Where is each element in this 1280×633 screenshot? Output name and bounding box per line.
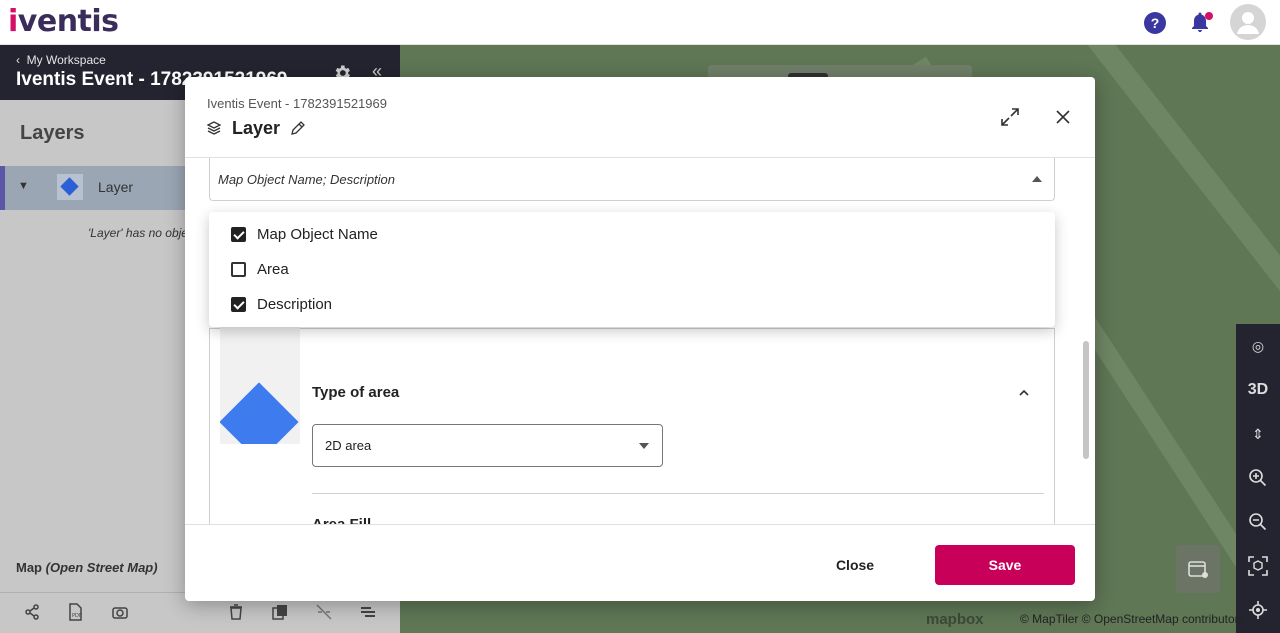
caret-down-icon	[639, 443, 649, 449]
option-label: Area	[257, 261, 289, 278]
map-controls: ◎ 3D ⇕	[1236, 324, 1280, 633]
logo-accent: i	[8, 4, 18, 39]
expand-icon[interactable]	[999, 106, 1021, 128]
zoom-in-icon[interactable]	[1246, 466, 1270, 490]
dropdown-option[interactable]: Description	[209, 288, 1055, 323]
type-of-area-label: Type of area	[312, 384, 400, 401]
attribute-dropdown: Map Object Name Area Description	[209, 212, 1055, 327]
scrollbar[interactable]	[1083, 341, 1089, 459]
basemap-label[interactable]: Map (Open Street Map)	[16, 560, 158, 575]
dropdown-option[interactable]: Area	[209, 253, 1055, 288]
style-preview	[220, 324, 300, 444]
bounds-icon[interactable]	[1246, 554, 1270, 578]
map-road	[1079, 45, 1280, 350]
divider	[185, 524, 1095, 525]
checkbox-checked-icon[interactable]	[231, 297, 246, 312]
attribute-multi-select[interactable]: Map Object Name; Description	[209, 158, 1055, 201]
notification-badge	[1205, 12, 1213, 20]
area-layer-icon	[57, 174, 83, 200]
mapbox-logo[interactable]: mapbox	[926, 611, 984, 628]
sidebar-toolbar: PDF	[0, 600, 400, 630]
basemap-prefix: Map	[16, 560, 42, 575]
user-icon	[1237, 12, 1259, 34]
checkbox-checked-icon[interactable]	[231, 227, 246, 242]
multi-select-value: Map Object Name; Description	[218, 172, 396, 187]
map-attribution[interactable]: © MapTiler © OpenStreetMap contributors	[1020, 612, 1245, 626]
help-icon[interactable]: ?	[1144, 12, 1166, 34]
camera-icon[interactable]: ◎	[1246, 334, 1270, 358]
save-button[interactable]: Save	[935, 545, 1075, 585]
unlink-icon[interactable]	[314, 602, 334, 622]
3d-toggle-button[interactable]: 3D	[1246, 378, 1270, 402]
checkbox-unchecked-icon[interactable]	[231, 262, 246, 277]
svg-text:PDF: PDF	[72, 613, 82, 619]
area-fill-label[interactable]: Area Fill	[312, 516, 371, 524]
dropdown-option[interactable]: Map Object Name	[209, 218, 1055, 253]
chevron-up-icon[interactable]	[1017, 386, 1031, 400]
type-of-area-select[interactable]: 2D area	[312, 424, 663, 467]
close-button[interactable]: Close	[815, 545, 895, 585]
divider	[312, 493, 1044, 494]
locate-icon[interactable]	[1246, 598, 1270, 622]
calendar-glyph	[1188, 561, 1208, 578]
back-to-workspace-link[interactable]: ‹ My Workspace	[16, 53, 106, 67]
option-label: Map Object Name	[257, 226, 378, 243]
pencil-icon[interactable]	[290, 120, 306, 136]
layer-dialog: Iventis Event - 1782391521969 Layer Map …	[185, 77, 1095, 601]
reorder-icon[interactable]	[358, 602, 378, 622]
layer-name: Layer	[98, 179, 134, 195]
share-icon[interactable]	[22, 602, 42, 622]
type-of-area-value: 2D area	[325, 438, 372, 453]
zoom-out-icon[interactable]	[1246, 510, 1270, 534]
camera-icon[interactable]	[110, 602, 130, 622]
delete-icon[interactable]	[226, 602, 246, 622]
area-preview-icon	[220, 324, 300, 444]
pitch-icon[interactable]: ⇕	[1246, 422, 1270, 446]
calendar-icon[interactable]	[1176, 545, 1220, 593]
layers-heading: Layers	[20, 122, 85, 144]
layers-icon	[207, 121, 221, 135]
dialog-title: Layer	[232, 118, 281, 138]
avatar[interactable]	[1230, 4, 1266, 40]
top-bar: iventis ?	[0, 0, 1280, 45]
iventis-logo[interactable]: iventis	[8, 4, 119, 39]
option-label: Description	[257, 296, 333, 313]
back-label: My Workspace	[26, 53, 106, 67]
pdf-export-icon[interactable]: PDF	[65, 602, 85, 622]
dialog-subtitle: Iventis Event - 1782391521969	[207, 96, 387, 111]
basemap-name: (Open Street Map)	[45, 560, 158, 575]
copy-icon[interactable]	[270, 602, 290, 622]
close-icon[interactable]	[1053, 107, 1073, 127]
expand-caret-icon[interactable]: ▼	[18, 180, 29, 192]
caret-up-icon	[1032, 176, 1042, 182]
